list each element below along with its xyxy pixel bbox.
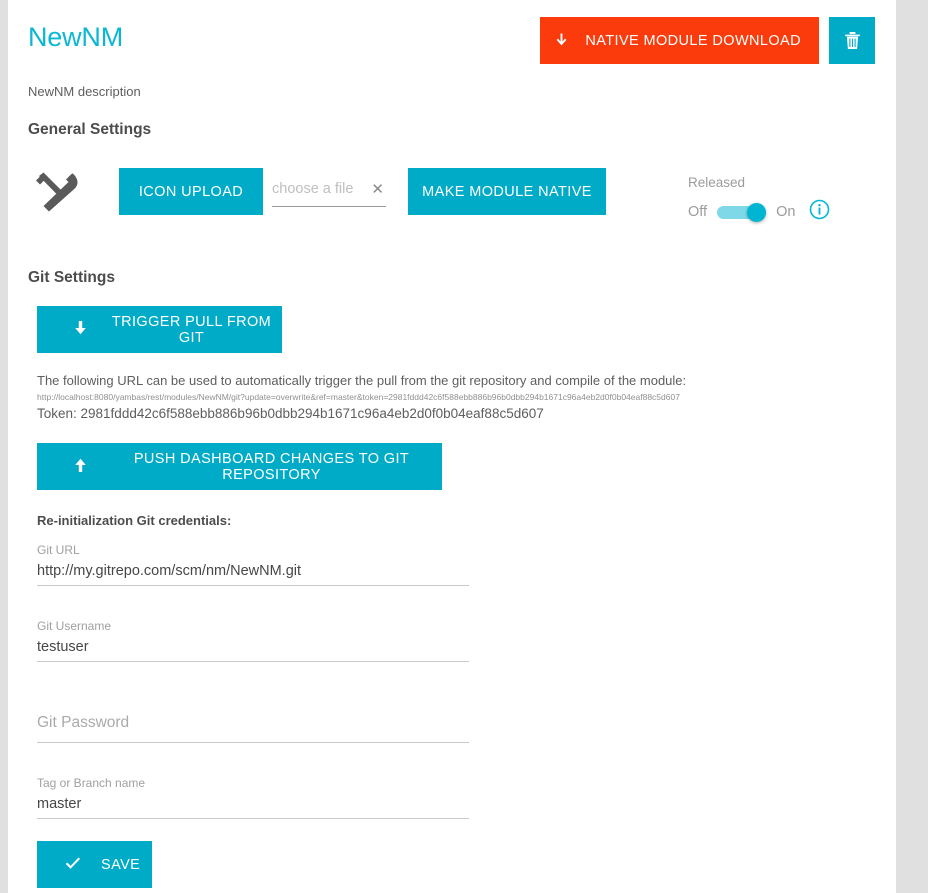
info-icon[interactable] bbox=[809, 199, 830, 225]
close-icon[interactable]: ✕ bbox=[371, 180, 386, 198]
tag-or-branch-field[interactable]: Tag or Branch name master bbox=[37, 775, 469, 819]
toggle-off-label: Off bbox=[688, 204, 708, 220]
arrow-up-icon bbox=[73, 457, 88, 477]
token-line: Token: 2981fddd42c6f588ebb886b96b0dbb294… bbox=[37, 406, 544, 421]
file-chooser-placeholder: choose a file bbox=[272, 180, 354, 197]
git-url-label: Git URL bbox=[37, 543, 80, 557]
icon-upload-label: ICON UPLOAD bbox=[138, 183, 244, 200]
native-module-download-button[interactable]: NATIVE MODULE DOWNLOAD bbox=[540, 17, 819, 64]
git-username-field[interactable]: Git Username testuser bbox=[37, 618, 469, 662]
toggle-knob bbox=[747, 203, 767, 222]
released-toggle[interactable] bbox=[717, 203, 767, 222]
arrow-down-icon bbox=[73, 320, 88, 340]
tools-icon bbox=[33, 171, 81, 218]
general-settings-heading: General Settings bbox=[28, 121, 152, 138]
page-title: NewNM bbox=[28, 22, 124, 52]
app-viewport: NewNM NATIVE MODULE DOWNLOAD NewNM descr… bbox=[0, 0, 928, 893]
general-settings-row: ICON UPLOAD choose a file ✕ MAKE MODULE … bbox=[8, 165, 896, 247]
check-icon bbox=[65, 856, 81, 874]
trigger-url-value: http://localhost:8080/yambas/rest/module… bbox=[37, 392, 680, 402]
git-url-field[interactable]: Git URL http://my.gitrepo.com/scm/nm/New… bbox=[37, 542, 469, 586]
git-password-field[interactable]: Git Password bbox=[37, 708, 469, 743]
right-gutter bbox=[896, 0, 928, 893]
reinit-credentials-heading: Re-initialization Git credentials: bbox=[37, 513, 232, 528]
git-password-underline bbox=[37, 742, 469, 743]
released-toggle-row: Off On bbox=[688, 199, 830, 225]
trigger-pull-label: TRIGGER PULL FROM GIT bbox=[111, 313, 272, 346]
released-label: Released bbox=[688, 175, 746, 190]
native-module-download-label: NATIVE MODULE DOWNLOAD bbox=[585, 32, 801, 49]
tag-or-branch-label: Tag or Branch name bbox=[37, 776, 146, 790]
save-label: SAVE bbox=[101, 856, 141, 873]
released-toggle-group: Released Off On bbox=[688, 175, 830, 225]
page-header: NewNM NATIVE MODULE DOWNLOAD bbox=[8, 0, 896, 74]
git-username-value: testuser bbox=[37, 639, 89, 655]
module-settings-page: NewNM NATIVE MODULE DOWNLOAD NewNM descr… bbox=[8, 0, 896, 893]
left-gutter bbox=[0, 0, 8, 893]
icon-upload-button[interactable]: ICON UPLOAD bbox=[119, 168, 263, 215]
make-module-native-button[interactable]: MAKE MODULE NATIVE bbox=[408, 168, 606, 215]
push-dashboard-changes-label: PUSH DASHBOARD CHANGES TO GIT REPOSITORY bbox=[133, 450, 410, 483]
git-username-underline bbox=[37, 661, 469, 662]
header-actions: NATIVE MODULE DOWNLOAD bbox=[540, 17, 875, 64]
make-module-native-label: MAKE MODULE NATIVE bbox=[422, 183, 592, 200]
arrow-down-icon bbox=[554, 33, 569, 49]
delete-module-button[interactable] bbox=[829, 17, 875, 64]
trash-icon bbox=[843, 30, 862, 51]
tag-or-branch-value: master bbox=[37, 796, 82, 812]
toggle-on-label: On bbox=[776, 204, 796, 220]
push-dashboard-changes-button[interactable]: PUSH DASHBOARD CHANGES TO GIT REPOSITORY bbox=[37, 443, 442, 490]
tag-or-branch-underline bbox=[37, 818, 469, 819]
trigger-pull-from-git-button[interactable]: TRIGGER PULL FROM GIT bbox=[37, 306, 282, 353]
git-url-underline bbox=[37, 585, 469, 586]
git-url-value: http://my.gitrepo.com/scm/nm/NewNM.git bbox=[37, 563, 302, 579]
git-password-placeholder: Git Password bbox=[37, 714, 130, 731]
save-button[interactable]: SAVE bbox=[37, 841, 152, 888]
git-settings-section: Git Settings TRIGGER PULL FROM GIT The f… bbox=[8, 269, 896, 888]
git-username-label: Git Username bbox=[37, 619, 112, 633]
trigger-url-note: The following URL can be used to automat… bbox=[37, 373, 687, 388]
file-chooser-field[interactable]: choose a file ✕ bbox=[272, 171, 386, 207]
git-settings-heading: Git Settings bbox=[28, 269, 115, 286]
module-description: NewNM description bbox=[28, 84, 141, 99]
